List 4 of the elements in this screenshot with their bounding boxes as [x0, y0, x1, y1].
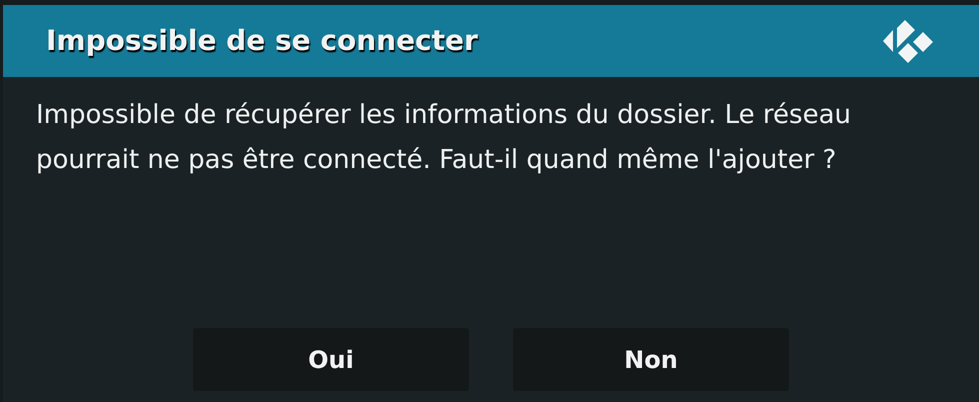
dialog-title: Impossible de se connecter [46, 23, 478, 59]
dialog-button[interactable]: Non [513, 328, 789, 391]
dialog-message: Impossible de récupérer les informations du dossier. Le réseau pourrait ne pas être connecté. Faut-il quand même l'ajouter ? [35, 99, 852, 177]
dialog-button[interactable]: Oui [193, 328, 469, 391]
